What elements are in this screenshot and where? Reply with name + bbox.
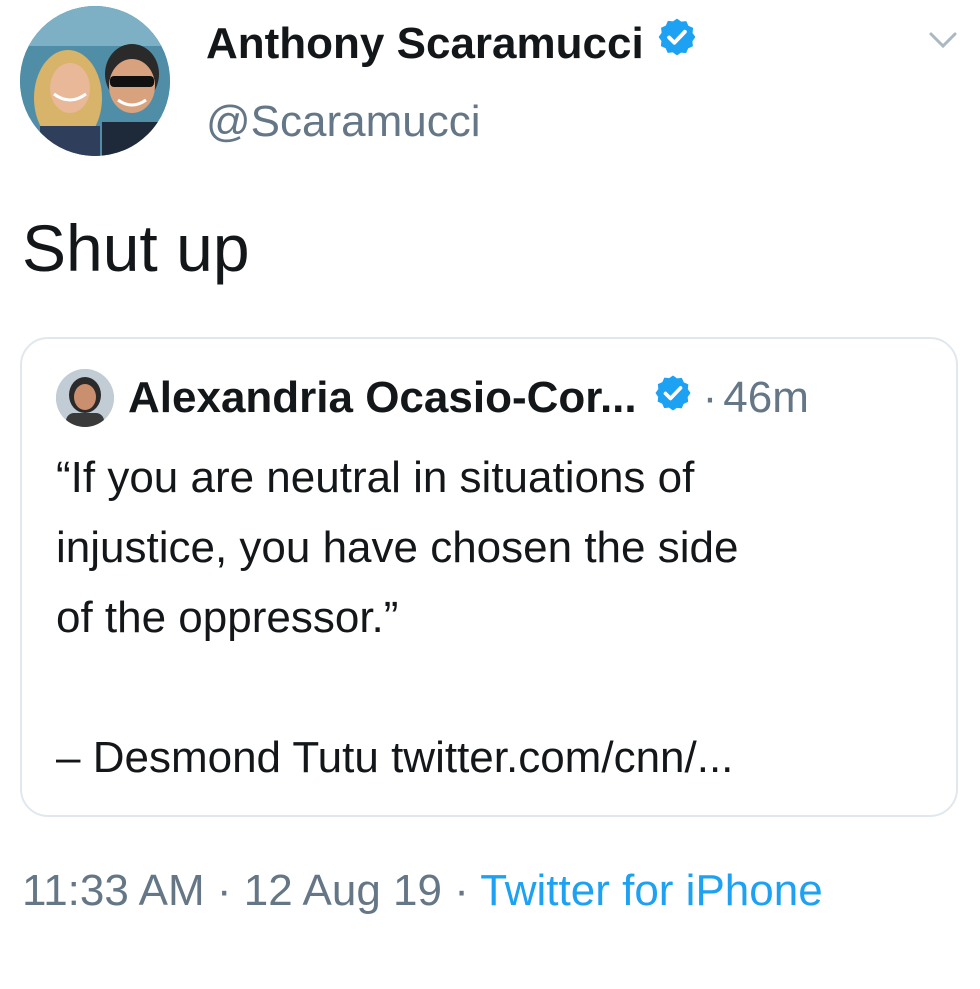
quoted-time: 46m <box>723 373 809 422</box>
quoted-text-line: injustice, you have chosen the side <box>56 523 739 572</box>
chevron-down-icon[interactable] <box>928 30 958 55</box>
verified-badge-icon <box>656 14 698 74</box>
quoted-tweet-text: “If you are neutral in situations of inj… <box>56 443 936 793</box>
author-handle[interactable]: @Scaramucci <box>206 92 481 152</box>
meta-separator: · <box>454 866 469 915</box>
quoted-tweet-header: Alexandria Ocasio-Cor... · 46m <box>56 367 809 429</box>
meta-separator: · <box>216 866 232 915</box>
tweet-time: 11:33 AM <box>22 866 205 915</box>
author-avatar[interactable] <box>20 6 170 156</box>
author-name-text: Anthony Scaramucci <box>206 19 644 68</box>
quoted-author-name: Alexandria Ocasio-Cor... <box>128 373 637 422</box>
tweet-meta: 11:33 AM · 12 Aug 19 · Twitter for iPhon… <box>22 856 962 926</box>
quoted-author-avatar <box>56 369 114 427</box>
tweet-source-link[interactable]: Twitter for iPhone <box>480 866 822 915</box>
author-name[interactable]: Anthony Scaramucci <box>206 14 698 74</box>
quoted-text-line: of the oppressor.” <box>56 593 399 642</box>
verified-badge-icon <box>653 373 693 424</box>
quoted-text-line: “If you are neutral in situations of <box>56 453 695 502</box>
quoted-attribution: – Desmond Tutu twitter.com/cnn/... <box>56 733 734 782</box>
quoted-separator: · <box>702 373 718 422</box>
tweet-date: 12 Aug 19 <box>243 866 442 915</box>
quoted-tweet-card[interactable]: Alexandria Ocasio-Cor... · 46m “If you a… <box>20 337 958 817</box>
tweet-text: Shut up <box>22 211 250 285</box>
avatar-photo <box>20 6 170 156</box>
